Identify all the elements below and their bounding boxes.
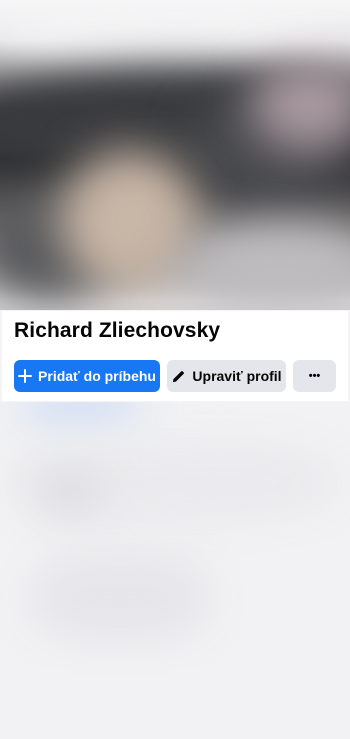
pencil-icon bbox=[171, 369, 186, 384]
cover-blur-region bbox=[0, 0, 350, 60]
content-blur-region bbox=[30, 552, 210, 642]
add-to-story-button[interactable]: Pridať do príbehu bbox=[14, 360, 160, 392]
add-to-story-label: Pridať do príbehu bbox=[38, 368, 156, 384]
cover-blur-region bbox=[180, 220, 350, 310]
cover-photo[interactable] bbox=[0, 0, 350, 310]
profile-screen: Richard Zliechovsky Pridať do príbehu Up… bbox=[0, 0, 350, 739]
profile-name: Richard Zliechovsky bbox=[14, 319, 221, 342]
plus-icon bbox=[18, 369, 33, 383]
edit-profile-button[interactable]: Upraviť profil bbox=[167, 360, 286, 392]
profile-header-card: Richard Zliechovsky Pridať do príbehu Up… bbox=[2, 311, 348, 401]
more-dots-icon: ••• bbox=[308, 370, 321, 382]
more-options-button[interactable]: ••• bbox=[293, 360, 336, 392]
profile-actions: Pridať do príbehu Upraviť profil ••• bbox=[14, 360, 336, 392]
edit-profile-label: Upraviť profil bbox=[192, 368, 282, 384]
content-blur-region bbox=[40, 472, 100, 512]
cover-blur-region bbox=[60, 150, 200, 290]
profile-content-area bbox=[0, 402, 350, 739]
content-blur-region bbox=[20, 402, 140, 422]
